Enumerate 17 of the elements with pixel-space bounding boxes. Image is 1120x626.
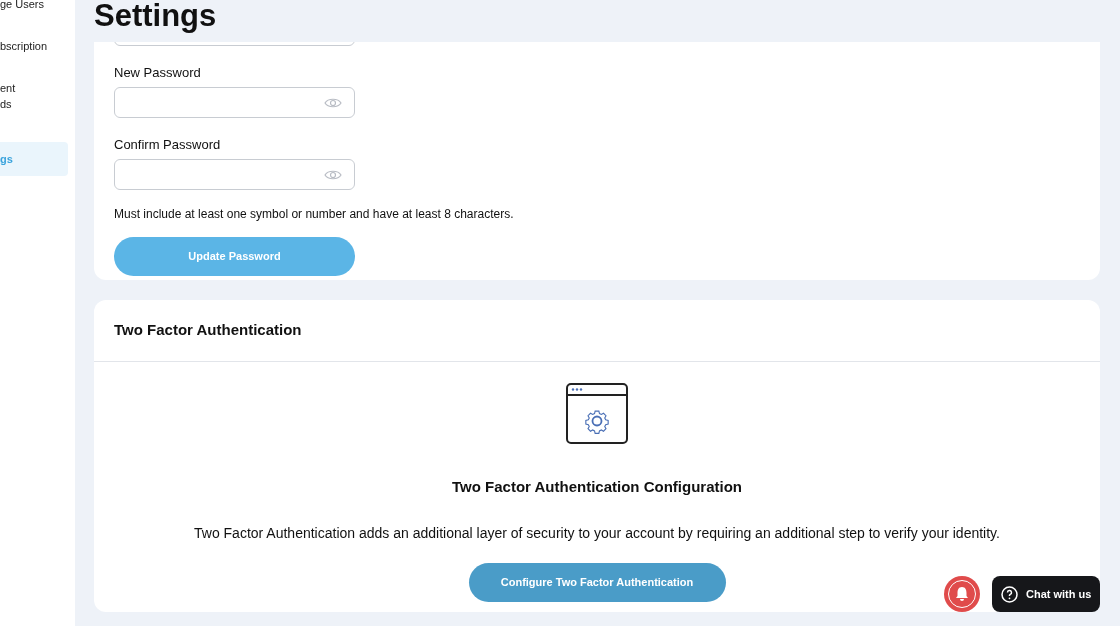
- eye-icon[interactable]: [324, 96, 342, 109]
- field-label: New Password: [114, 65, 201, 81]
- chat-button[interactable]: Chat with us: [992, 576, 1100, 612]
- field-label: Confirm Password: [114, 137, 221, 153]
- sidebar-item[interactable]: ent ds: [0, 76, 68, 116]
- password-field[interactable]: [114, 87, 355, 118]
- section-heading: Two Factor Authentication Configuration: [452, 477, 742, 497]
- browser-gear-icon: [566, 383, 628, 444]
- sidebar-item[interactable]: bscription: [0, 34, 68, 58]
- sidebar-item[interactable]: ge Users: [0, 0, 68, 16]
- help-icon: [1001, 585, 1018, 603]
- password-field[interactable]: [114, 159, 355, 190]
- card-title: Two Factor Authentication: [114, 320, 302, 341]
- description-text: Two Factor Authentication adds an additional layer of security to your account by requiring an additional step to verify your identity.: [194, 523, 1000, 543]
- eye-icon[interactable]: [324, 168, 342, 181]
- password-hint: Must include at least one symbol or number and have at least 8 characters.: [114, 207, 514, 221]
- page-title: Settings: [94, 0, 217, 35]
